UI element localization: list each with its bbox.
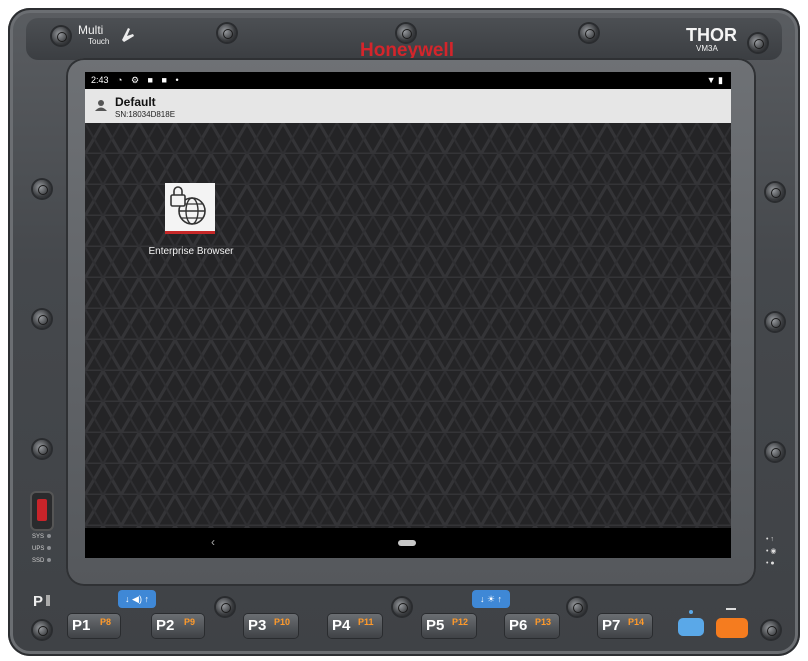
screw-icon bbox=[33, 621, 51, 639]
key-secondary: P14 bbox=[628, 617, 645, 627]
wifi-icon: ▼ bbox=[706, 75, 716, 85]
led-sys: SYS bbox=[32, 534, 52, 540]
key-p1[interactable]: P1 P8 bbox=[68, 614, 120, 638]
bluetooth-icon: • ● bbox=[766, 560, 775, 567]
nav-bar: ‹ bbox=[85, 528, 731, 558]
square-icon: ■ bbox=[147, 75, 156, 85]
multitouch-logo: Multi Touch bbox=[78, 23, 110, 47]
serial-number: SN:18034D818E bbox=[115, 110, 176, 119]
multitouch-line2: Touch bbox=[88, 37, 110, 46]
led-label: UPS bbox=[32, 546, 45, 552]
back-button[interactable]: ‹ bbox=[211, 535, 215, 549]
key-primary: P1 bbox=[72, 617, 91, 634]
screw-icon bbox=[393, 598, 411, 616]
key-primary: P5 bbox=[426, 617, 445, 634]
screw-icon bbox=[33, 310, 51, 328]
led-icon bbox=[47, 558, 52, 562]
led-icon bbox=[47, 534, 52, 538]
p-indicator: P bbox=[33, 593, 51, 610]
dot-icon: • bbox=[175, 75, 182, 85]
screw-icon bbox=[766, 443, 784, 461]
status-notification-icons: ◔ ⚙ ■ ■ • bbox=[117, 75, 182, 86]
key-p2[interactable]: P2 P9 bbox=[152, 614, 204, 638]
antenna-icon: • ↑ bbox=[766, 536, 774, 543]
battery-icon: ▮ bbox=[718, 75, 723, 85]
screw-icon bbox=[766, 313, 784, 331]
screw-icon bbox=[33, 440, 51, 458]
key-primary: P3 bbox=[248, 617, 267, 634]
profile-title: Default bbox=[115, 95, 156, 109]
key-secondary: P8 bbox=[100, 617, 112, 627]
key-p6[interactable]: P6 P13 bbox=[505, 614, 559, 638]
p-indicator-bar bbox=[46, 595, 51, 606]
screw-icon bbox=[218, 24, 236, 42]
led-label: SYS bbox=[32, 534, 45, 540]
screw-icon bbox=[749, 34, 767, 52]
power-switch[interactable] bbox=[32, 493, 52, 529]
screw-icon bbox=[33, 180, 51, 198]
home-button[interactable] bbox=[398, 540, 416, 546]
user-icon bbox=[95, 100, 107, 111]
touch-hand-icon bbox=[122, 28, 134, 42]
status-bar: 2:43 ◔ ⚙ ■ ■ • ▼ ▮ bbox=[85, 72, 731, 89]
screw-icon bbox=[762, 621, 780, 639]
wifi-off-icon: ◔ bbox=[117, 75, 126, 85]
led-ssd: SSD bbox=[32, 558, 52, 564]
screen: 2:43 ◔ ⚙ ■ ■ • ▼ ▮ Default SN:18034D818E bbox=[85, 72, 731, 558]
orange-indicator bbox=[726, 608, 736, 610]
led-ups: UPS bbox=[32, 546, 52, 552]
key-primary: P7 bbox=[602, 617, 621, 634]
key-p3[interactable]: P3 P10 bbox=[244, 614, 298, 638]
screw-icon bbox=[766, 183, 784, 201]
key-p7[interactable]: P7 P14 bbox=[598, 614, 652, 638]
p-indicator-label: P bbox=[33, 593, 44, 610]
screw-icon bbox=[580, 24, 598, 42]
enterprise-browser-app[interactable] bbox=[165, 183, 215, 234]
wifi-icon: • ◉ bbox=[766, 548, 777, 555]
screw-icon bbox=[568, 598, 586, 616]
key-p5[interactable]: P5 P12 bbox=[422, 614, 476, 638]
volume-pill[interactable]: ↓ ◀) ↑ bbox=[118, 590, 156, 608]
status-time: 2:43 bbox=[91, 75, 109, 85]
profile-header[interactable]: Default SN:18034D818E bbox=[85, 89, 731, 123]
app-label[interactable]: Enterprise Browser bbox=[143, 246, 239, 257]
key-primary: P2 bbox=[156, 617, 175, 634]
square-icon: ■ bbox=[161, 75, 170, 85]
blue-indicator bbox=[689, 610, 693, 614]
status-system-icons: ▼ ▮ bbox=[707, 75, 723, 86]
key-secondary: P12 bbox=[452, 617, 469, 627]
led-label: SSD bbox=[32, 558, 45, 564]
key-secondary: P13 bbox=[535, 617, 552, 627]
orange-button[interactable] bbox=[716, 618, 748, 638]
key-primary: P6 bbox=[509, 617, 528, 634]
screw-icon bbox=[216, 598, 234, 616]
led-icon bbox=[47, 546, 52, 550]
key-secondary: P10 bbox=[274, 617, 291, 627]
home-wallpaper: Enterprise Browser bbox=[85, 123, 731, 528]
key-p4[interactable]: P4 P11 bbox=[328, 614, 382, 638]
settings-icon: ⚙ bbox=[130, 75, 143, 85]
key-secondary: P11 bbox=[358, 617, 374, 627]
blue-button[interactable] bbox=[678, 618, 704, 636]
model-label: THOR VM3A bbox=[686, 26, 737, 56]
key-primary: P4 bbox=[332, 617, 351, 634]
right-status-icons: • ↑ • ◉ • ● bbox=[766, 534, 777, 570]
multitouch-line1: Multi bbox=[78, 23, 104, 37]
lock-globe-icon bbox=[170, 186, 206, 225]
screw-icon bbox=[52, 27, 70, 45]
brightness-pill[interactable]: ↓ ☀ ↑ bbox=[472, 590, 510, 608]
key-secondary: P9 bbox=[184, 617, 196, 627]
